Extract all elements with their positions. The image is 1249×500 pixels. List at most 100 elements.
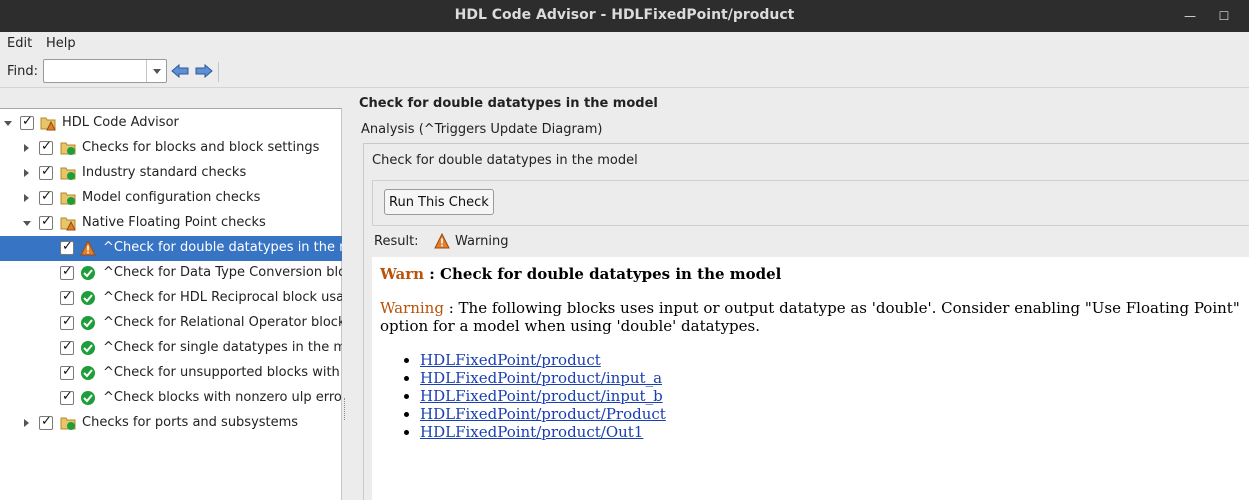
list-item: HDLFixedPoint/product/input_b: [420, 387, 1244, 405]
checkbox[interactable]: [60, 339, 74, 355]
tree-node-native-floating-point[interactable]: Native Floating Point checks: [0, 211, 342, 236]
tree-node-label: ^Check for single datatypes in the m: [103, 340, 342, 355]
checkbox[interactable]: [60, 389, 74, 405]
find-dropdown-icon[interactable]: [146, 60, 166, 82]
list-item: HDLFixedPoint/product/Product: [420, 405, 1244, 423]
folder-pass-icon: [60, 417, 76, 430]
list-item: HDLFixedPoint/product/input_a: [420, 369, 1244, 387]
block-link[interactable]: HDLFixedPoint/product/input_b: [420, 387, 663, 405]
run-check-button[interactable]: Run This Check: [384, 189, 494, 215]
checkbox[interactable]: [60, 289, 74, 305]
tree-node-check-unsupported[interactable]: ^Check for unsupported blocks with: [0, 361, 342, 386]
pass-icon: [81, 341, 95, 355]
checkbox[interactable]: [60, 239, 74, 255]
tree-node-label: ^Check for double datatypes in the m: [103, 240, 342, 255]
block-link[interactable]: HDLFixedPoint/product/Out1: [420, 423, 643, 441]
pass-icon: [81, 391, 95, 405]
tree-node-label: Checks for ports and subsystems: [82, 415, 299, 430]
check-tree[interactable]: HDL Code Advisor Checks for blocks and b…: [0, 88, 342, 500]
tree-node-blocks[interactable]: Checks for blocks and block settings: [0, 136, 342, 161]
list-item: HDLFixedPoint/product/Out1: [420, 423, 1244, 441]
tree-node-check-reciprocal[interactable]: ^Check for HDL Reciprocal block usa: [0, 286, 342, 311]
folder-warning-icon: [40, 117, 56, 131]
tree-node-label: ^Check for unsupported blocks with: [103, 365, 340, 380]
checkbox[interactable]: [39, 214, 53, 230]
find-toolbar: Find:: [0, 56, 1249, 88]
tree-node-model-config[interactable]: Model configuration checks: [0, 186, 342, 211]
tree-node-label: Model configuration checks: [82, 190, 261, 205]
minimize-button[interactable]: —: [1180, 6, 1200, 26]
block-link-list: HDLFixedPoint/product HDLFixedPoint/prod…: [420, 351, 1244, 441]
report-message-text: : The following blocks uses input or out…: [380, 299, 1240, 335]
analysis-label: Analysis (^Triggers Update Diagram): [361, 122, 603, 137]
tree-divider: [0, 108, 342, 109]
checkbox[interactable]: [60, 364, 74, 380]
tree-node-label: HDL Code Advisor: [62, 115, 179, 130]
tree-node-label: ^Check blocks with nonzero ulp erro: [103, 390, 342, 405]
report-message: Warning : The following blocks uses inpu…: [380, 299, 1244, 335]
tree-node-label: ^Check for Data Type Conversion blo: [103, 265, 342, 280]
tree-node-check-double-datatypes[interactable]: ^Check for double datatypes in the m: [0, 236, 342, 261]
pass-icon: [81, 266, 95, 280]
report-message-tag: Warning: [380, 299, 444, 317]
folder-warning-icon: [60, 217, 76, 231]
checkbox[interactable]: [39, 189, 53, 205]
report-heading: Warn : Check for double datatypes in the…: [380, 265, 1244, 283]
folder-pass-icon: [60, 167, 76, 180]
tree-node-label: ^Check for HDL Reciprocal block usa: [103, 290, 342, 305]
check-title: Check for double datatypes in the model: [359, 96, 658, 111]
collapse-arrow-icon[interactable]: [24, 144, 29, 152]
block-link[interactable]: HDLFixedPoint/product: [420, 351, 601, 369]
panel-splitter[interactable]: [342, 88, 359, 500]
tree-node-root[interactable]: HDL Code Advisor: [0, 111, 342, 136]
tree-node-label: Native Floating Point checks: [82, 215, 266, 230]
block-link[interactable]: HDLFixedPoint/product/input_a: [420, 369, 662, 387]
checkbox[interactable]: [60, 314, 74, 330]
warning-icon: [80, 240, 96, 256]
checkbox[interactable]: [39, 414, 53, 430]
find-input[interactable]: [43, 59, 167, 83]
collapse-arrow-icon[interactable]: [24, 419, 29, 427]
tree-node-label: ^Check for Relational Operator block: [103, 315, 342, 330]
report-pane: Warn : Check for double datatypes in the…: [372, 257, 1249, 500]
menu-edit[interactable]: Edit: [7, 36, 32, 51]
window-title: HDL Code Advisor - HDLFixedPoint/product: [454, 7, 795, 23]
tree-node-industry[interactable]: Industry standard checks: [0, 161, 342, 186]
maximize-button[interactable]: ☐: [1214, 6, 1234, 26]
tree-node-check-relational[interactable]: ^Check for Relational Operator block: [0, 311, 342, 336]
tree-node-check-ulp[interactable]: ^Check blocks with nonzero ulp erro: [0, 386, 342, 411]
report-heading-tag: Warn: [380, 265, 425, 283]
result-label: Result:: [374, 234, 419, 249]
tree-node-label: Checks for blocks and block settings: [82, 140, 320, 155]
block-link[interactable]: HDLFixedPoint/product/Product: [420, 405, 666, 423]
folder-pass-icon: [60, 142, 76, 155]
pass-icon: [81, 366, 95, 380]
toolbar-separator: [218, 62, 219, 82]
result-value: Warning: [455, 234, 509, 249]
tree-node-check-single[interactable]: ^Check for single datatypes in the m: [0, 336, 342, 361]
find-previous-icon[interactable]: [171, 63, 189, 79]
tree-header-area: [0, 88, 342, 108]
splitter-grip-icon[interactable]: [344, 398, 347, 420]
checkbox[interactable]: [39, 139, 53, 155]
tree-node-ports-subsystems[interactable]: Checks for ports and subsystems: [0, 411, 342, 436]
expand-arrow-icon[interactable]: [23, 221, 31, 226]
checkbox[interactable]: [60, 264, 74, 280]
collapse-arrow-icon[interactable]: [24, 169, 29, 177]
checkbox[interactable]: [39, 164, 53, 180]
pass-icon: [81, 316, 95, 330]
tree-node-label: Industry standard checks: [82, 165, 247, 180]
folder-pass-icon: [60, 192, 76, 205]
find-next-icon[interactable]: [195, 63, 213, 79]
pass-icon: [81, 291, 95, 305]
menu-help[interactable]: Help: [46, 36, 76, 51]
find-label: Find:: [7, 64, 39, 79]
tree-node-check-dtc[interactable]: ^Check for Data Type Conversion blo: [0, 261, 342, 286]
warning-icon: [434, 233, 450, 249]
checkbox[interactable]: [20, 114, 34, 130]
menu-bar: Edit Help: [0, 32, 1249, 56]
check-group-box: Check for double datatypes in the model …: [363, 143, 1249, 500]
collapse-arrow-icon[interactable]: [24, 194, 29, 202]
expand-arrow-icon[interactable]: [4, 121, 12, 126]
group-box-title: Check for double datatypes in the model: [372, 153, 638, 168]
